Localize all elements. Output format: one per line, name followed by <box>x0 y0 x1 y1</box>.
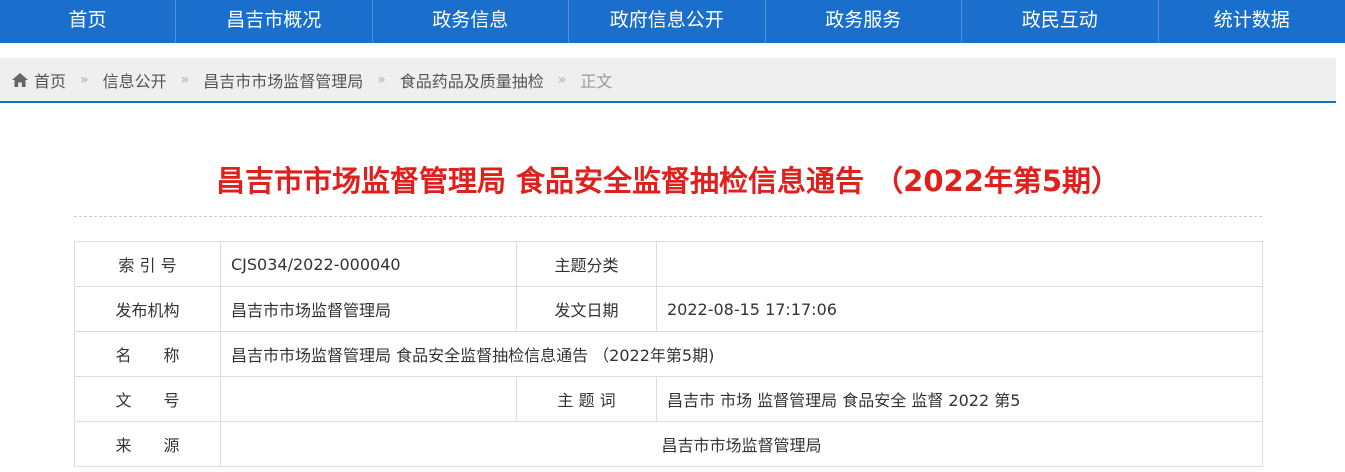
category-value <box>656 241 1263 287</box>
source-value: 昌吉市市场监督管理局 <box>220 421 1263 467</box>
breadcrumb-bureau-link[interactable]: 昌吉市市场监督管理局 <box>203 68 363 92</box>
doc-number-value <box>220 376 517 422</box>
name-label: 名 称 <box>74 331 221 377</box>
breadcrumb-separator: » <box>80 71 89 88</box>
nav-item-home[interactable]: 首页 <box>0 0 176 43</box>
nav-item-statistics[interactable]: 统计数据 <box>1159 0 1345 43</box>
publisher-value: 昌吉市市场监督管理局 <box>220 286 517 332</box>
keywords-label: 主 题 词 <box>516 376 657 422</box>
table-row: 索 引 号 CJS034/2022-000040 主题分类 <box>74 241 1263 287</box>
nav-item-gov-services[interactable]: 政务服务 <box>766 0 962 43</box>
source-label: 来 源 <box>74 421 221 467</box>
date-value: 2022-08-15 17:17:06 <box>656 286 1263 332</box>
breadcrumb-sampling-link[interactable]: 食品药品及质量抽检 <box>400 68 544 92</box>
table-row: 文 号 主 题 词 昌吉市 市场 监督管理局 食品安全 监督 2022 第5 <box>74 376 1263 422</box>
nav-item-interaction[interactable]: 政民互动 <box>962 0 1159 43</box>
name-value: 昌吉市市场监督管理局 食品安全监督抽检信息通告 （2022年第5期) <box>220 331 1263 377</box>
breadcrumb-separator: » <box>557 71 567 88</box>
index-value: CJS034/2022-000040 <box>220 241 517 287</box>
breadcrumb-separator: » <box>377 71 386 88</box>
nav-item-gov-info[interactable]: 政务信息 <box>373 0 569 43</box>
date-label: 发文日期 <box>516 286 657 332</box>
breadcrumb-home-link[interactable]: 首页 <box>34 68 66 92</box>
table-row: 发布机构 昌吉市市场监督管理局 发文日期 2022-08-15 17:17:06 <box>74 286 1263 332</box>
doc-number-label: 文 号 <box>74 376 221 422</box>
nav-item-overview[interactable]: 昌吉市概况 <box>176 0 373 43</box>
publisher-label: 发布机构 <box>74 286 221 332</box>
table-row: 名 称 昌吉市市场监督管理局 食品安全监督抽检信息通告 （2022年第5期) <box>74 331 1263 377</box>
breadcrumb: 首页 » 信息公开 » 昌吉市市场监督管理局 » 食品药品及质量抽检 » 正文 <box>0 58 1336 103</box>
top-navigation: 首页 昌吉市概况 政务信息 政府信息公开 政务服务 政民互动 统计数据 <box>0 0 1345 43</box>
breadcrumb-separator: » <box>180 71 190 88</box>
category-label: 主题分类 <box>516 241 657 287</box>
table-row: 来 源 昌吉市市场监督管理局 <box>74 421 1263 467</box>
title-divider <box>74 216 1262 217</box>
breadcrumb-current: 正文 <box>580 71 613 91</box>
document-info-table: 索 引 号 CJS034/2022-000040 主题分类 发布机构 昌吉市市场… <box>74 241 1263 467</box>
page-title: 昌吉市市场监督管理局 食品安全监督抽检信息通告 （2022年第5期） <box>215 164 1121 198</box>
keywords-value: 昌吉市 市场 监督管理局 食品安全 监督 2022 第5 <box>656 376 1263 422</box>
nav-item-info-disclosure[interactable]: 政府信息公开 <box>569 0 766 43</box>
breadcrumb-info-disclosure-link[interactable]: 信息公开 <box>103 68 167 92</box>
index-label: 索 引 号 <box>74 241 221 287</box>
home-icon <box>12 72 28 87</box>
